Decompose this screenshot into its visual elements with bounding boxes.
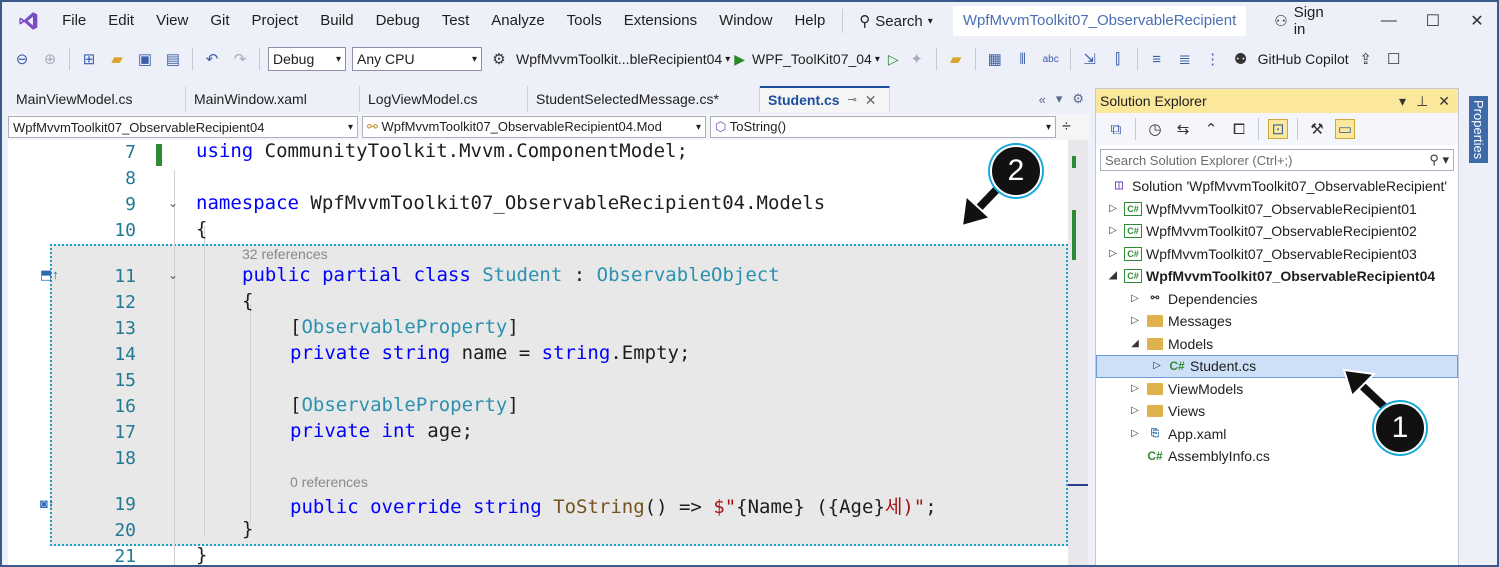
callout-badge-1: 1: [1374, 402, 1426, 454]
callout-arrow-2: [960, 181, 1005, 228]
callout-arrows: [960, 181, 1397, 419]
callout-badge-2: 2: [990, 145, 1042, 197]
